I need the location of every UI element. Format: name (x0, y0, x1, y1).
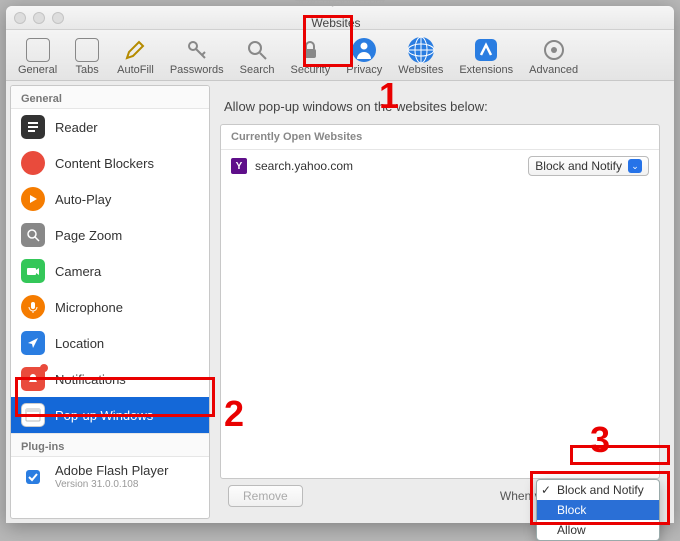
tab-label: Advanced (529, 64, 578, 76)
tab-extensions[interactable]: Extensions (453, 34, 519, 80)
preferences-window: searchtyshoo.com Websites General Tabs A… (6, 6, 674, 523)
websites-panel: Currently Open Websites Y search.yahoo.c… (220, 124, 660, 479)
search-icon (243, 36, 271, 64)
sidebar-item-label: Camera (55, 264, 101, 279)
tab-label: Search (240, 64, 275, 76)
window-icon (21, 403, 45, 427)
badge-dot-icon (40, 364, 48, 372)
checkbox-checked-icon[interactable] (21, 465, 45, 489)
main-panel: Allow pop-up windows on the websites bel… (214, 81, 674, 523)
sidebar-item-label: Auto-Play (55, 192, 111, 207)
plugin-label: Adobe Flash Player (55, 463, 168, 478)
tab-tabs[interactable]: Tabs (67, 34, 107, 80)
globe-icon (407, 36, 435, 64)
lock-icon (296, 36, 324, 64)
sidebar-item-label: Location (55, 336, 104, 351)
toolbar: General Tabs AutoFill Passwords Search (6, 30, 674, 81)
tab-general[interactable]: General (12, 34, 63, 80)
stop-icon (21, 151, 45, 175)
play-icon (21, 187, 45, 211)
sidebar-item-autoplay[interactable]: Auto-Play (11, 181, 209, 217)
sidebar-item-label: Content Blockers (55, 156, 154, 171)
sidebar-item-notifications[interactable]: Notifications (11, 361, 209, 397)
dropdown-option-allow[interactable]: Allow (537, 520, 659, 540)
tab-label: Extensions (459, 64, 513, 76)
sidebar-header-plugins: Plug-ins (11, 433, 209, 457)
sidebar-item-label: Pop-up Windows (55, 408, 153, 423)
sidebar-item-microphone[interactable]: Microphone (11, 289, 209, 325)
main-header: Allow pop-up windows on the websites bel… (220, 91, 660, 124)
sidebar-item-label: Notifications (55, 372, 126, 387)
sidebar-item-flash[interactable]: Adobe Flash Player Version 31.0.0.108 (11, 457, 209, 496)
tab-advanced[interactable]: Advanced (523, 34, 584, 80)
tab-autofill[interactable]: AutoFill (111, 34, 160, 80)
plugin-version: Version 31.0.0.108 (55, 479, 168, 490)
dropdown-option-label: Allow (557, 523, 586, 537)
tab-privacy[interactable]: Privacy (340, 34, 388, 80)
remove-button[interactable]: Remove (228, 485, 303, 507)
microphone-icon (21, 295, 45, 319)
tab-label: Websites (398, 64, 443, 76)
gear-icon (540, 36, 568, 64)
currently-open-header: Currently Open Websites (221, 125, 659, 150)
tab-label: Tabs (76, 64, 99, 76)
extensions-icon (472, 36, 500, 64)
sidebar-item-popup-windows[interactable]: Pop-up Windows (11, 397, 209, 433)
site-policy-value: Block and Notify (535, 159, 622, 173)
sidebar-item-page-zoom[interactable]: Page Zoom (11, 217, 209, 253)
plugin-text: Adobe Flash Player Version 31.0.0.108 (55, 463, 168, 490)
footer-row: Remove When visiting other websites ✓ Bl… (220, 479, 660, 513)
dropdown-option-block-and-notify[interactable]: ✓ Block and Notify (537, 480, 659, 500)
gear-box-icon (24, 36, 52, 64)
pencil-icon (121, 36, 149, 64)
site-row[interactable]: Y search.yahoo.com Block and Notify ⌄ (221, 150, 659, 182)
zoom-window-button[interactable] (52, 12, 64, 24)
reader-icon (21, 115, 45, 139)
sidebar-header-general: General (11, 86, 209, 109)
close-window-button[interactable] (14, 12, 26, 24)
tab-label: Passwords (170, 64, 224, 76)
titlebar: searchtyshoo.com Websites (6, 6, 674, 30)
key-icon (183, 36, 211, 64)
content-area: General Reader Content Blockers Auto-Pla… (6, 81, 674, 523)
site-policy-select[interactable]: Block and Notify ⌄ (528, 156, 649, 176)
minimize-window-button[interactable] (33, 12, 45, 24)
traffic-lights (14, 12, 64, 24)
sidebar-item-label: Page Zoom (55, 228, 122, 243)
default-policy-dropdown[interactable]: ✓ Block and Notify Block Allow (536, 479, 660, 541)
sidebar-item-reader[interactable]: Reader (11, 109, 209, 145)
favicon-icon: Y (231, 158, 247, 174)
dropdown-option-block[interactable]: Block (537, 500, 659, 520)
tab-search[interactable]: Search (234, 34, 281, 80)
sidebar-item-content-blockers[interactable]: Content Blockers (11, 145, 209, 181)
tab-label: Privacy (346, 64, 382, 76)
sidebar-item-location[interactable]: Location (11, 325, 209, 361)
tab-websites[interactable]: Websites (392, 34, 449, 80)
dropdown-option-label: Block and Notify (557, 483, 644, 497)
window-subtitle: searchtyshoo.com (295, 0, 384, 7)
privacy-icon (350, 36, 378, 64)
zoom-icon (21, 223, 45, 247)
tabs-icon (73, 36, 101, 64)
chevron-updown-icon: ⌄ (628, 159, 642, 173)
check-icon: ✓ (541, 483, 551, 497)
bell-icon (21, 367, 45, 391)
site-url-text: search.yahoo.com (255, 159, 520, 173)
location-icon (21, 331, 45, 355)
dropdown-option-label: Block (557, 503, 586, 517)
sidebar-item-label: Reader (55, 120, 98, 135)
tab-passwords[interactable]: Passwords (164, 34, 230, 80)
tab-label: AutoFill (117, 64, 154, 76)
sidebar-item-camera[interactable]: Camera (11, 253, 209, 289)
tab-security[interactable]: Security (284, 34, 336, 80)
camera-icon (21, 259, 45, 283)
tab-label: General (18, 64, 57, 76)
sidebar-item-label: Microphone (55, 300, 123, 315)
sidebar: General Reader Content Blockers Auto-Pla… (10, 85, 210, 519)
tab-label: Security (290, 64, 330, 76)
